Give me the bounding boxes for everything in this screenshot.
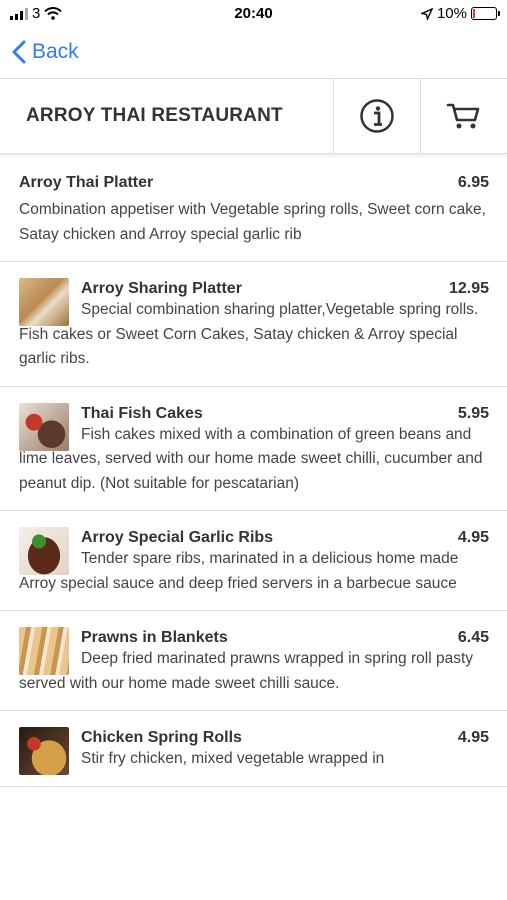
menu-list: Arroy Thai Platter 6.95 Combination appe… (0, 156, 507, 787)
cart-icon (446, 103, 480, 129)
location-arrow-icon (420, 7, 433, 20)
menu-item-description: Tender spare ribs, marinated in a delici… (19, 550, 459, 592)
status-bar: 3 20:40 10% (0, 0, 507, 28)
nav-bar: Back (0, 28, 507, 79)
battery-level-fill (473, 9, 475, 18)
menu-item-price: 5.95 (457, 404, 489, 422)
menu-item[interactable]: Arroy Special Garlic Ribs 4.95 Tender sp… (0, 511, 507, 611)
menu-item[interactable]: Thai Fish Cakes 5.95 Fish cakes mixed wi… (0, 387, 507, 511)
menu-item-price: 4.95 (457, 529, 489, 546)
back-label: Back (32, 40, 79, 63)
chevron-left-icon (12, 40, 26, 64)
menu-item-description: Combination appetiser with Vegetable spr… (19, 201, 486, 243)
food-thumbnail (19, 627, 69, 675)
menu-item-name: Thai Fish Cakes (81, 404, 203, 422)
restaurant-title: ARROY THAI RESTAURANT (26, 105, 283, 126)
menu-item[interactable]: Chicken Spring Rolls 4.95 Stir fry chick… (0, 711, 507, 787)
cart-button[interactable] (420, 79, 507, 153)
info-button[interactable] (333, 79, 420, 153)
battery-percent: 10% (436, 5, 467, 22)
menu-item-description: Deep fried marinated prawns wrapped in s… (19, 650, 474, 692)
menu-item[interactable]: Prawns in Blankets 6.45 Deep fried marin… (0, 611, 507, 711)
menu-item-name: Chicken Spring Rolls (81, 729, 242, 746)
status-right: 10% (420, 5, 500, 22)
menu-item-price: 6.45 (457, 629, 489, 646)
menu-item-name: Arroy Special Garlic Ribs (81, 529, 274, 546)
menu-item-price: 4.95 (457, 729, 489, 746)
restaurant-header: ARROY THAI RESTAURANT (0, 79, 507, 154)
menu-item-description: Special combination sharing platter,Vege… (19, 301, 479, 367)
menu-item[interactable]: Arroy Thai Platter 6.95 Combination appe… (0, 156, 507, 262)
menu-item-name: Arroy Thai Platter (19, 174, 154, 191)
food-thumbnail (19, 278, 69, 326)
menu-item[interactable]: Arroy Sharing Platter 12.95 Special comb… (0, 262, 507, 387)
menu-item-description: Stir fry chicken, mixed vegetable wrappe… (81, 750, 385, 767)
back-button[interactable]: Back (12, 40, 79, 64)
menu-item-description: Fish cakes mixed with a combination of g… (19, 425, 483, 492)
menu-item-name: Prawns in Blankets (81, 629, 228, 646)
info-icon (360, 99, 394, 133)
menu-item-price: 12.95 (448, 280, 489, 297)
food-thumbnail (19, 527, 69, 575)
food-thumbnail (19, 727, 69, 775)
menu-item-price: 6.95 (457, 174, 489, 191)
food-thumbnail (19, 402, 69, 451)
battery-icon (471, 7, 500, 20)
menu-item-name: Arroy Sharing Platter (81, 280, 242, 297)
